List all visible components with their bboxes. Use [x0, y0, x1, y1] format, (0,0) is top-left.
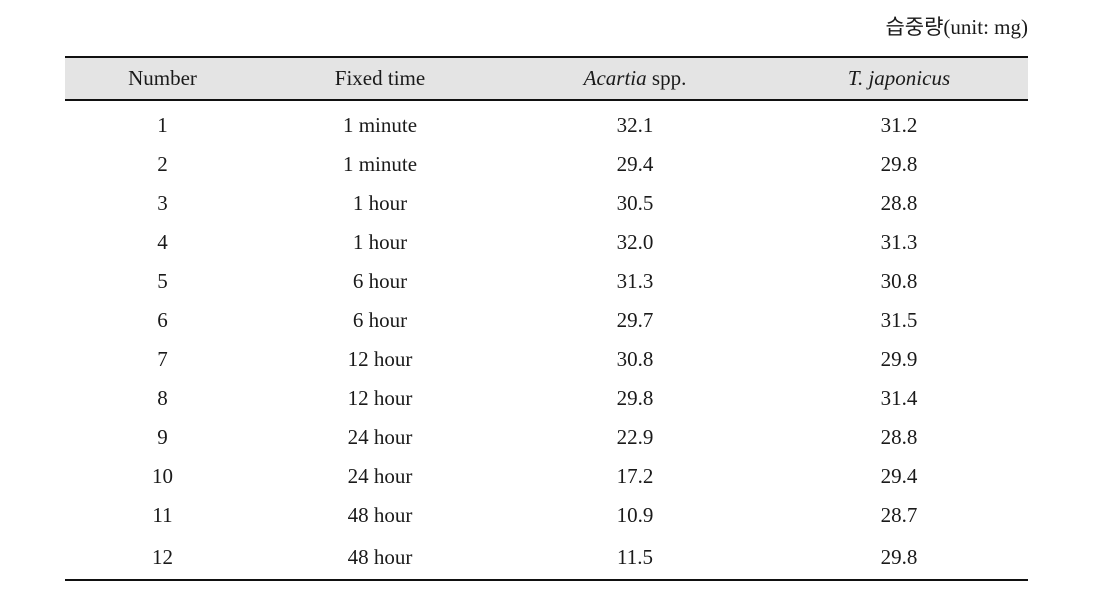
table-row: 5 6 hour 31.3 30.8 — [65, 262, 1028, 301]
cell-fixed_time: 6 hour — [352, 269, 408, 293]
column-header-fixed-time-label: Fixed time — [334, 66, 426, 90]
table-container: Number Fixed time Acartia spp. T. japoni… — [65, 56, 1028, 581]
cell-acartia: 29.4 — [616, 152, 654, 176]
cell-acartia: 32.1 — [616, 113, 654, 137]
cell-tjaponicus: 31.2 — [880, 113, 918, 137]
table-row: 11 48 hour 10.9 28.7 — [65, 496, 1028, 535]
table-row: 1 1 minute 32.1 31.2 — [65, 100, 1028, 145]
cell-fixed_time: 12 hour — [347, 347, 413, 371]
cell-acartia: 11.5 — [500, 535, 770, 581]
cell-tjaponicus: 28.8 — [880, 425, 918, 449]
cell-acartia: 32.0 — [616, 230, 654, 254]
cell-tjaponicus: 31.4 — [880, 386, 918, 410]
cell-number: 2 — [157, 152, 168, 176]
cell-number: 7 — [157, 347, 168, 371]
table-body: 1 1 minute 32.1 31.2 2 1 minute 29.4 29.8 3 1 hou… — [65, 100, 1028, 581]
cell-number: 3 — [157, 191, 168, 215]
table-row: 12 48 hour 11.5 29.8 — [65, 535, 1028, 581]
cell-acartia: 22.9 — [616, 425, 654, 449]
column-header-number: Number — [65, 56, 260, 101]
cell-fixed_time: 1 hour — [352, 191, 408, 215]
table-row: 7 12 hour 30.8 29.9 — [65, 340, 1028, 379]
cell-number: 5 — [157, 269, 168, 293]
table-header-row: Number Fixed time Acartia spp. T. japoni… — [65, 56, 1028, 101]
cell-acartia: 31.3 — [616, 269, 654, 293]
cell-tjaponicus: 29.4 — [880, 464, 918, 488]
table-caption: 습중량(unit: mg) — [65, 12, 1028, 42]
wet-weight-table: Number Fixed time Acartia spp. T. japoni… — [65, 56, 1028, 581]
cell-fixed_time: 6 hour — [352, 308, 408, 332]
cell-fixed_time: 48 hour — [260, 535, 500, 581]
cell-acartia: 17.2 — [616, 464, 654, 488]
table-row: 3 1 hour 30.5 28.8 — [65, 184, 1028, 223]
column-header-tjaponicus-label: T. japonicus — [847, 66, 951, 90]
cell-fixed_time: 1 hour — [352, 230, 408, 254]
cell-fixed_time: 24 hour — [347, 464, 413, 488]
cell-tjaponicus: 28.7 — [880, 503, 918, 527]
table-header: Number Fixed time Acartia spp. T. japoni… — [65, 56, 1028, 101]
cell-fixed_time: 24 hour — [347, 425, 413, 449]
cell-number: 1 — [157, 113, 168, 137]
column-header-fixed-time: Fixed time — [260, 56, 500, 101]
table-row: 6 6 hour 29.7 31.5 — [65, 301, 1028, 340]
table-row: 8 12 hour 29.8 31.4 — [65, 379, 1028, 418]
cell-acartia: 29.8 — [616, 386, 654, 410]
column-header-tjaponicus: T. japonicus — [770, 56, 1028, 101]
cell-tjaponicus: 29.8 — [770, 535, 1028, 581]
cell-tjaponicus: 29.8 — [880, 152, 918, 176]
table-row: 4 1 hour 32.0 31.3 — [65, 223, 1028, 262]
cell-acartia: 29.7 — [616, 308, 654, 332]
cell-number: 4 — [157, 230, 168, 254]
cell-tjaponicus: 30.8 — [880, 269, 918, 293]
cell-tjaponicus: 29.9 — [880, 347, 918, 371]
cell-number: 10 — [152, 464, 173, 488]
cell-fixed_time: 48 hour — [347, 503, 413, 527]
cell-number: 12 — [65, 535, 260, 581]
cell-fixed_time: 12 hour — [347, 386, 413, 410]
cell-acartia: 30.5 — [616, 191, 654, 215]
page-root: 습중량(unit: mg) Number Fixed time Acartia … — [0, 0, 1096, 594]
column-header-acartia-suffix: spp. — [646, 66, 687, 90]
table-row: 9 24 hour 22.9 28.8 — [65, 418, 1028, 457]
table-row: 2 1 minute 29.4 29.8 — [65, 145, 1028, 184]
cell-acartia: 30.8 — [616, 347, 654, 371]
cell-number: 6 — [157, 308, 168, 332]
column-header-acartia-genus: Acartia — [583, 66, 647, 90]
cell-number: 11 — [152, 503, 173, 527]
cell-tjaponicus: 28.8 — [880, 191, 918, 215]
cell-fixed_time: 1 minute — [342, 152, 418, 176]
cell-acartia: 10.9 — [616, 503, 654, 527]
cell-tjaponicus: 31.3 — [880, 230, 918, 254]
table-row: 10 24 hour 17.2 29.4 — [65, 457, 1028, 496]
cell-number: 8 — [157, 386, 168, 410]
cell-number: 9 — [157, 425, 168, 449]
cell-fixed_time: 1 minute — [342, 113, 418, 137]
cell-tjaponicus: 31.5 — [880, 308, 918, 332]
caption-text: 습중량(unit: mg) — [885, 15, 1028, 39]
column-header-number-label: Number — [128, 66, 197, 90]
column-header-acartia: Acartia spp. — [500, 56, 770, 101]
